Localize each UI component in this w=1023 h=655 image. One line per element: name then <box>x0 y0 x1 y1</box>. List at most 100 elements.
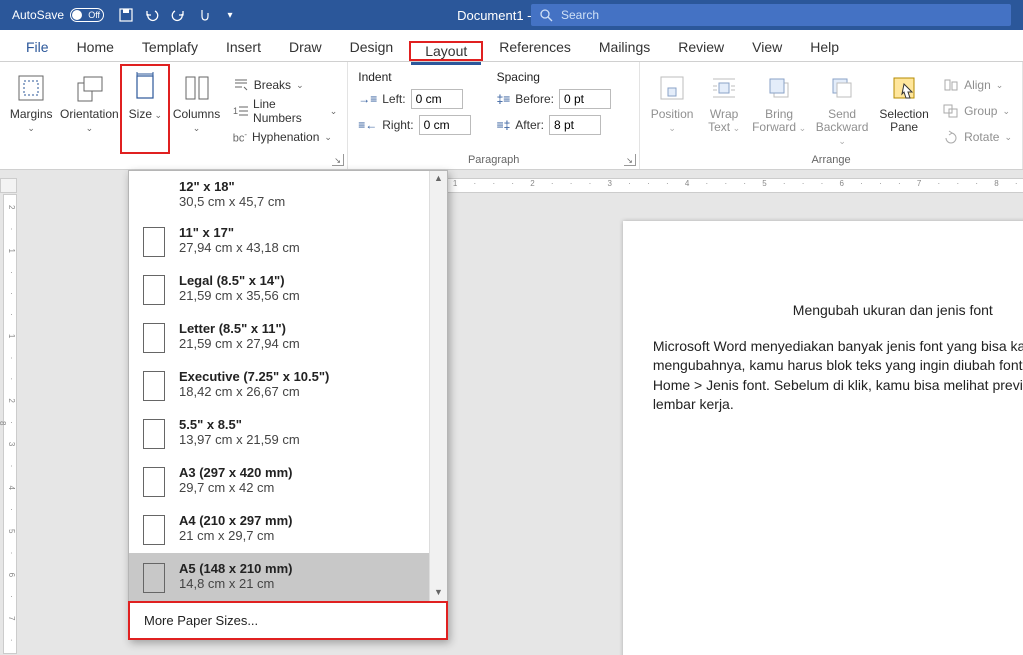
size-option-dims: 21,59 cm x 35,56 cm <box>179 288 300 303</box>
rotate-icon <box>943 130 959 144</box>
indent-right-icon: ≡← <box>358 118 377 132</box>
indent-left-icon: →≡ <box>358 92 377 106</box>
size-option-name: 5.5" x 8.5" <box>179 417 300 432</box>
line-numbers-button[interactable]: 1Line Numbers ⌄ <box>229 100 342 122</box>
size-option-name: A4 (210 x 297 mm) <box>179 513 292 528</box>
size-option[interactable]: A5 (148 x 210 mm)14,8 cm x 21 cm <box>129 553 447 601</box>
ribbon: Margins Orientation Size Columns Breaks … <box>0 62 1023 170</box>
size-option-dims: 13,97 cm x 21,59 cm <box>179 432 300 447</box>
bring-forward-icon <box>763 72 795 104</box>
spacing-after-icon: ≡‡ <box>497 118 511 132</box>
tab-design[interactable]: Design <box>336 33 408 61</box>
more-paper-sizes[interactable]: More Paper Sizes... <box>128 601 448 640</box>
size-option-dims: 27,94 cm x 43,18 cm <box>179 240 300 255</box>
spacing-before-input[interactable] <box>559 89 611 109</box>
size-icon <box>129 72 161 104</box>
page-setup-launcher[interactable] <box>332 154 344 166</box>
touch-mode-icon[interactable] <box>196 7 212 23</box>
title-bar: AutoSave Off ▾ Document1 - Word <box>0 0 1023 30</box>
autosave-label: AutoSave <box>12 8 64 22</box>
size-option[interactable]: Letter (8.5" x 11")21,59 cm x 27,94 cm <box>129 313 447 361</box>
tab-home[interactable]: Home <box>63 33 128 61</box>
tab-references[interactable]: References <box>485 33 585 61</box>
margins-icon <box>15 72 47 104</box>
tab-view[interactable]: View <box>738 33 796 61</box>
spacing-before-icon: ‡≡ <box>497 92 511 106</box>
search-box[interactable] <box>531 4 1011 26</box>
tab-mailings[interactable]: Mailings <box>585 33 664 61</box>
align-button[interactable]: Align ⌄ <box>939 74 1016 96</box>
svg-text:1: 1 <box>233 106 238 116</box>
breaks-button[interactable]: Breaks ⌄ <box>229 74 342 96</box>
autosave-toggle[interactable]: AutoSave Off <box>0 8 104 22</box>
size-dropdown: 12" x 18"30,5 cm x 45,7 cm11" x 17"27,94… <box>128 170 448 640</box>
position-button[interactable]: Position <box>646 66 698 152</box>
size-option-dims: 14,8 cm x 21 cm <box>179 576 292 591</box>
ruler-vertical[interactable]: 2 · 1 · · · 1 · · 2 · 3 · 4 · 5 · 6 · 7 … <box>3 194 17 654</box>
selection-pane-icon <box>888 72 920 104</box>
columns-button[interactable]: Columns <box>171 66 221 152</box>
size-option-name: Legal (8.5" x 14") <box>179 273 300 288</box>
page-thumb-icon <box>143 371 165 401</box>
size-option-name: 11" x 17" <box>179 225 300 240</box>
hyphenation-icon: bc- <box>233 130 247 145</box>
size-option[interactable]: A4 (210 x 297 mm)21 cm x 29,7 cm <box>129 505 447 553</box>
customize-qat-icon[interactable]: ▾ <box>222 7 238 23</box>
tab-insert[interactable]: Insert <box>212 33 275 61</box>
group-button[interactable]: Group ⌄ <box>939 100 1016 122</box>
spacing-after-input[interactable] <box>549 115 601 135</box>
indent-left-input[interactable] <box>411 89 463 109</box>
columns-icon <box>181 72 213 104</box>
size-option[interactable]: A3 (297 x 420 mm)29,7 cm x 42 cm <box>129 457 447 505</box>
tab-file[interactable]: File <box>12 33 63 61</box>
wrap-text-icon <box>708 72 740 104</box>
page-thumb-icon <box>143 227 165 257</box>
size-option[interactable]: 5.5" x 8.5"13,97 cm x 21,59 cm <box>129 409 447 457</box>
tab-draw[interactable]: Draw <box>275 33 336 61</box>
indent-right-input[interactable] <box>419 115 471 135</box>
tab-review[interactable]: Review <box>664 33 738 61</box>
quick-access-toolbar: ▾ <box>118 7 238 23</box>
dropdown-scroll-down[interactable]: ▼ <box>433 587 445 599</box>
size-option-dims: 21,59 cm x 27,94 cm <box>179 336 300 351</box>
size-option[interactable]: Legal (8.5" x 14")21,59 cm x 35,56 cm <box>129 265 447 313</box>
size-option[interactable]: 11" x 17"27,94 cm x 43,18 cm <box>129 217 447 265</box>
send-backward-button[interactable]: Send Backward <box>811 66 873 152</box>
ruler-horizontal[interactable]: · 1 · · · 2 · · · 3 · · · 4 · · · 5 · · … <box>427 178 1023 193</box>
tab-layout[interactable]: Layout <box>411 37 481 65</box>
page-thumb-icon <box>143 515 165 545</box>
group-icon <box>943 104 959 118</box>
size-option-dims: 30,5 cm x 45,7 cm <box>179 194 285 209</box>
page-thumb-icon <box>143 323 165 353</box>
align-icon <box>943 78 959 92</box>
orientation-button[interactable]: Orientation <box>59 66 119 152</box>
size-option-name: 12" x 18" <box>179 179 285 194</box>
bring-forward-button[interactable]: Bring Forward <box>750 66 808 152</box>
group-arrange: Position Wrap Text Bring Forward Send Ba… <box>640 62 1023 169</box>
position-icon <box>656 72 688 104</box>
size-option-dims: 18,42 cm x 26,67 cm <box>179 384 329 399</box>
hyphenation-button[interactable]: bc-Hyphenation ⌄ <box>229 126 342 148</box>
paragraph-launcher[interactable] <box>624 154 636 166</box>
size-option-dims: 29,7 cm x 42 cm <box>179 480 292 495</box>
rotate-button[interactable]: Rotate ⌄ <box>939 126 1016 148</box>
size-option[interactable]: 12" x 18"30,5 cm x 45,7 cm <box>129 171 447 217</box>
selection-pane-button[interactable]: Selection Pane <box>876 66 932 152</box>
size-button[interactable]: Size <box>122 66 168 152</box>
ruler-corner <box>0 178 17 193</box>
dropdown-scrollbar[interactable]: ▲ ▼ <box>429 171 447 601</box>
search-input[interactable] <box>561 8 1011 22</box>
indent-heading: Indent <box>354 70 474 84</box>
undo-icon[interactable] <box>144 7 160 23</box>
save-icon[interactable] <box>118 7 134 23</box>
tab-help[interactable]: Help <box>796 33 853 61</box>
dropdown-scroll-up[interactable]: ▲ <box>433 173 445 185</box>
tab-templafy[interactable]: Templafy <box>128 33 212 61</box>
size-option[interactable]: Executive (7.25" x 10.5")18,42 cm x 26,6… <box>129 361 447 409</box>
margins-button[interactable]: Margins <box>6 66 56 152</box>
document-page[interactable]: Mengubah ukuran dan jenis font Microsoft… <box>623 221 1023 655</box>
redo-icon[interactable] <box>170 7 186 23</box>
wrap-text-button[interactable]: Wrap Text <box>701 66 747 152</box>
page-thumb-icon <box>143 275 165 305</box>
arrange-group-label: Arrange <box>640 154 1022 166</box>
